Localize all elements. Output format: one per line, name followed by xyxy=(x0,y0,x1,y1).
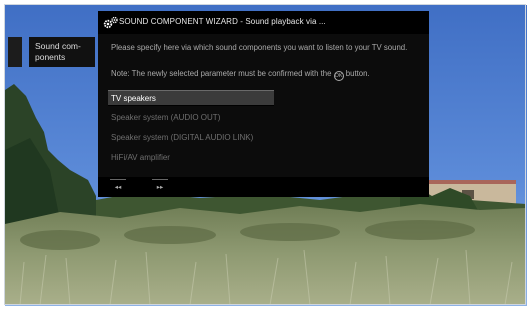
breadcrumb-label: Sound com- ponents xyxy=(35,41,81,62)
breadcrumb[interactable]: Sound com- ponents xyxy=(29,37,95,67)
wizard-description: Please specify here via which sound comp… xyxy=(111,43,408,52)
menu-side-tab[interactable] xyxy=(8,37,22,67)
sound-component-wizard: SOUND COMPONENT WIZARD - Sound playback … xyxy=(98,11,429,197)
wizard-footer xyxy=(98,177,429,197)
ok-button-icon: OK xyxy=(333,71,344,81)
next-button[interactable]: ▸▸ xyxy=(151,177,169,197)
option-tv-speakers[interactable]: TV speakers xyxy=(108,90,274,106)
option-speaker-audio-out[interactable]: Speaker system (AUDIO OUT) xyxy=(108,110,274,126)
option-speaker-digital-audio-link[interactable]: Speaker system (DIGITAL AUDIO LINK) xyxy=(108,130,274,146)
gears-icon xyxy=(103,16,118,29)
note-text: Note: The newly selected parameter must … xyxy=(111,69,332,78)
tv-screen: Sound com- ponents SOUND COMPONENT WIZAR… xyxy=(0,0,532,311)
wizard-header: SOUND COMPONENT WIZARD - Sound playback … xyxy=(98,11,429,34)
note-suffix: button. xyxy=(345,69,370,78)
previous-button[interactable]: ◂◂ xyxy=(109,177,127,197)
wizard-note: Note: The newly selected parameter must … xyxy=(111,67,423,81)
wizard-title: SOUND COMPONENT WIZARD - Sound playback … xyxy=(119,17,326,26)
option-hifi-av-amplifier[interactable]: HiFi/AV amplifier xyxy=(108,150,274,166)
